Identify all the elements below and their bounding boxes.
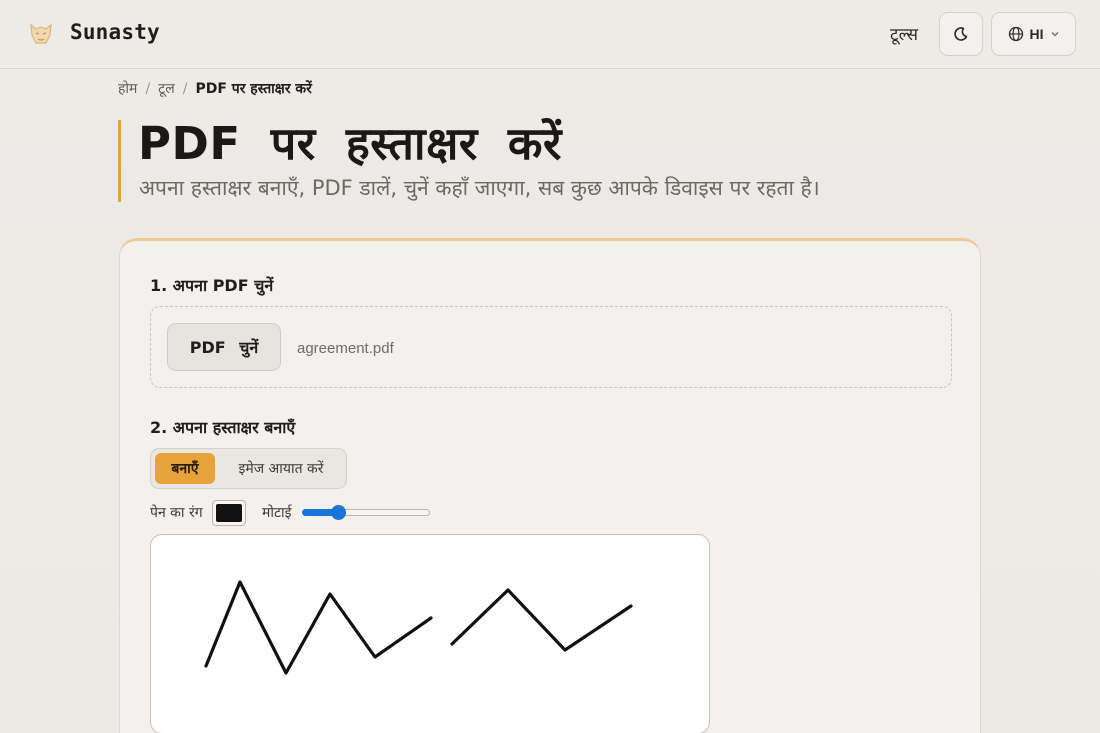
page-title: PDF पर हस्ताक्षर करें [138, 117, 562, 170]
breadcrumb-tools[interactable]: टूल [158, 79, 175, 98]
signature-strokes [204, 580, 633, 675]
moon-icon [954, 27, 968, 41]
title-accent-bar [118, 120, 121, 202]
breadcrumb: होम / टूल / PDF पर हस्ताक्षर करें [118, 79, 312, 98]
signature-canvas[interactable] [150, 534, 710, 733]
step2-label: 2. अपना हस्ताक्षर बनाएँ [150, 418, 296, 437]
top-header: Sunasty टूल्स HI [0, 0, 1100, 69]
selected-file-name: agreement.pdf [297, 340, 394, 357]
thickness-label: मोटाई [262, 505, 292, 521]
pen-color-picker[interactable] [212, 500, 246, 526]
fox-logo-icon[interactable] [26, 19, 56, 49]
chevron-down-icon [1051, 32, 1058, 37]
breadcrumb-home[interactable]: होम [118, 79, 137, 98]
step1-label: 1. अपना PDF चुनें [150, 276, 274, 295]
signature-stroke [204, 580, 433, 675]
signature-mode-tabs: बनाएँ इमेज आयात करें [150, 448, 347, 489]
nav-tools-link[interactable]: टूल्स [890, 22, 918, 45]
language-code: HI [1029, 26, 1044, 42]
breadcrumb-current: PDF पर हस्ताक्षर करें [195, 81, 312, 97]
globe-icon [1008, 26, 1023, 42]
page-subtitle: अपना हस्ताक्षर बनाएँ, PDF डालें, चुनें क… [139, 176, 820, 200]
breadcrumb-separator: / [182, 80, 188, 97]
tab-draw[interactable]: बनाएँ [155, 453, 215, 484]
language-select-button[interactable]: HI [991, 12, 1076, 56]
pen-color-label: पेन का रंग [150, 505, 203, 521]
slider-thumb[interactable] [331, 505, 346, 520]
thickness-slider[interactable] [302, 505, 430, 520]
tab-import-image[interactable]: इमेज आयात करें [221, 453, 341, 484]
choose-pdf-button[interactable]: PDF चुनें [167, 323, 281, 371]
pen-color-fill [216, 504, 242, 522]
brand-name[interactable]: Sunasty [70, 20, 160, 44]
pdf-dropzone[interactable]: PDF चुनें agreement.pdf [150, 306, 952, 388]
breadcrumb-separator: / [145, 80, 151, 97]
signature-stroke [450, 588, 633, 652]
sign-pdf-card: 1. अपना PDF चुनें PDF चुनें agreement.pd… [119, 238, 981, 733]
theme-toggle-button[interactable] [939, 12, 983, 56]
